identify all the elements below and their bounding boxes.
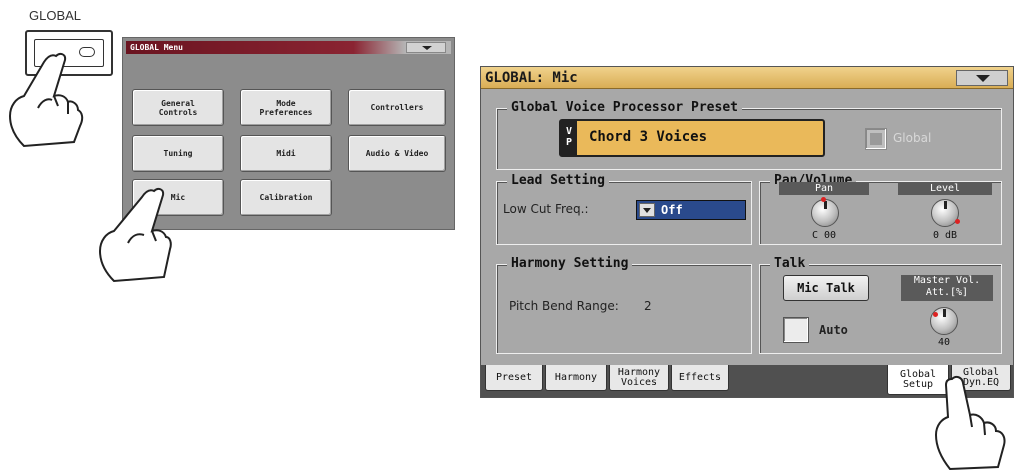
page-title: GLOBAL: Mic xyxy=(481,67,1013,89)
global-checkbox-label: Global xyxy=(893,131,932,145)
tuning-button[interactable]: Tuning xyxy=(132,135,224,172)
calibration-button[interactable]: Calibration xyxy=(240,179,332,216)
low-cut-label: Low Cut Freq.: xyxy=(503,202,589,216)
chevron-down-icon xyxy=(639,203,655,217)
talk-title: Talk xyxy=(770,256,810,272)
general-controls-button[interactable]: General Controls xyxy=(132,89,224,126)
low-cut-value: Off xyxy=(661,203,683,217)
mic-talk-button[interactable]: Mic Talk xyxy=(783,275,869,301)
level-value: 0 dB xyxy=(932,230,958,241)
tab-preset[interactable]: Preset xyxy=(485,365,543,391)
vp-preset-title: Global Voice Processor Preset xyxy=(507,100,742,116)
pitch-bend-value[interactable]: 2 xyxy=(644,299,652,313)
midi-button[interactable]: Midi xyxy=(240,135,332,172)
tab-effects[interactable]: Effects xyxy=(671,365,729,391)
audio-video-button[interactable]: Audio & Video xyxy=(348,135,446,172)
controllers-button[interactable]: Controllers xyxy=(348,89,446,126)
global-checkbox[interactable] xyxy=(865,128,887,150)
level-label: Level xyxy=(898,182,992,195)
auto-label: Auto xyxy=(819,323,848,337)
pointing-hand-icon xyxy=(934,375,1006,470)
auto-checkbox[interactable] xyxy=(783,317,809,343)
low-cut-dropdown[interactable]: Off xyxy=(636,200,746,220)
pointing-hand-icon xyxy=(8,52,84,148)
page-menu-arrow-icon[interactable] xyxy=(956,70,1008,86)
global-button-led xyxy=(79,47,95,57)
pan-value: C 00 xyxy=(811,230,837,241)
lead-setting-title: Lead Setting xyxy=(507,173,609,189)
global-button-label: GLOBAL xyxy=(29,8,82,23)
harmony-setting-title: Harmony Setting xyxy=(507,256,633,272)
global-menu-title: GLOBAL Menu xyxy=(126,41,451,54)
pan-label: Pan xyxy=(779,182,869,195)
pointing-hand-icon xyxy=(98,187,172,283)
vp-tag: V P xyxy=(561,121,577,155)
tab-harmony[interactable]: Harmony xyxy=(545,365,607,391)
master-vol-knob-indicator xyxy=(933,312,938,317)
pan-knob-indicator xyxy=(821,197,826,202)
vp-preset-name: Chord 3 Voices xyxy=(589,129,708,145)
global-mic-screen: GLOBAL: Mic Global Voice Processor Prese… xyxy=(480,66,1014,398)
pitch-bend-label: Pitch Bend Range: xyxy=(509,299,619,313)
master-vol-label: Master Vol. Att.[%] xyxy=(901,275,993,301)
tab-harmony-voices[interactable]: Harmony Voices xyxy=(609,365,669,391)
pan-knob[interactable] xyxy=(811,199,839,227)
mode-preferences-button[interactable]: Mode Preferences xyxy=(240,89,332,126)
master-vol-value: 40 xyxy=(937,337,951,348)
level-knob-indicator xyxy=(955,219,960,224)
vp-preset-selector[interactable]: V P Chord 3 Voices xyxy=(559,119,825,157)
menu-dropdown-arrow-icon[interactable] xyxy=(406,42,446,53)
